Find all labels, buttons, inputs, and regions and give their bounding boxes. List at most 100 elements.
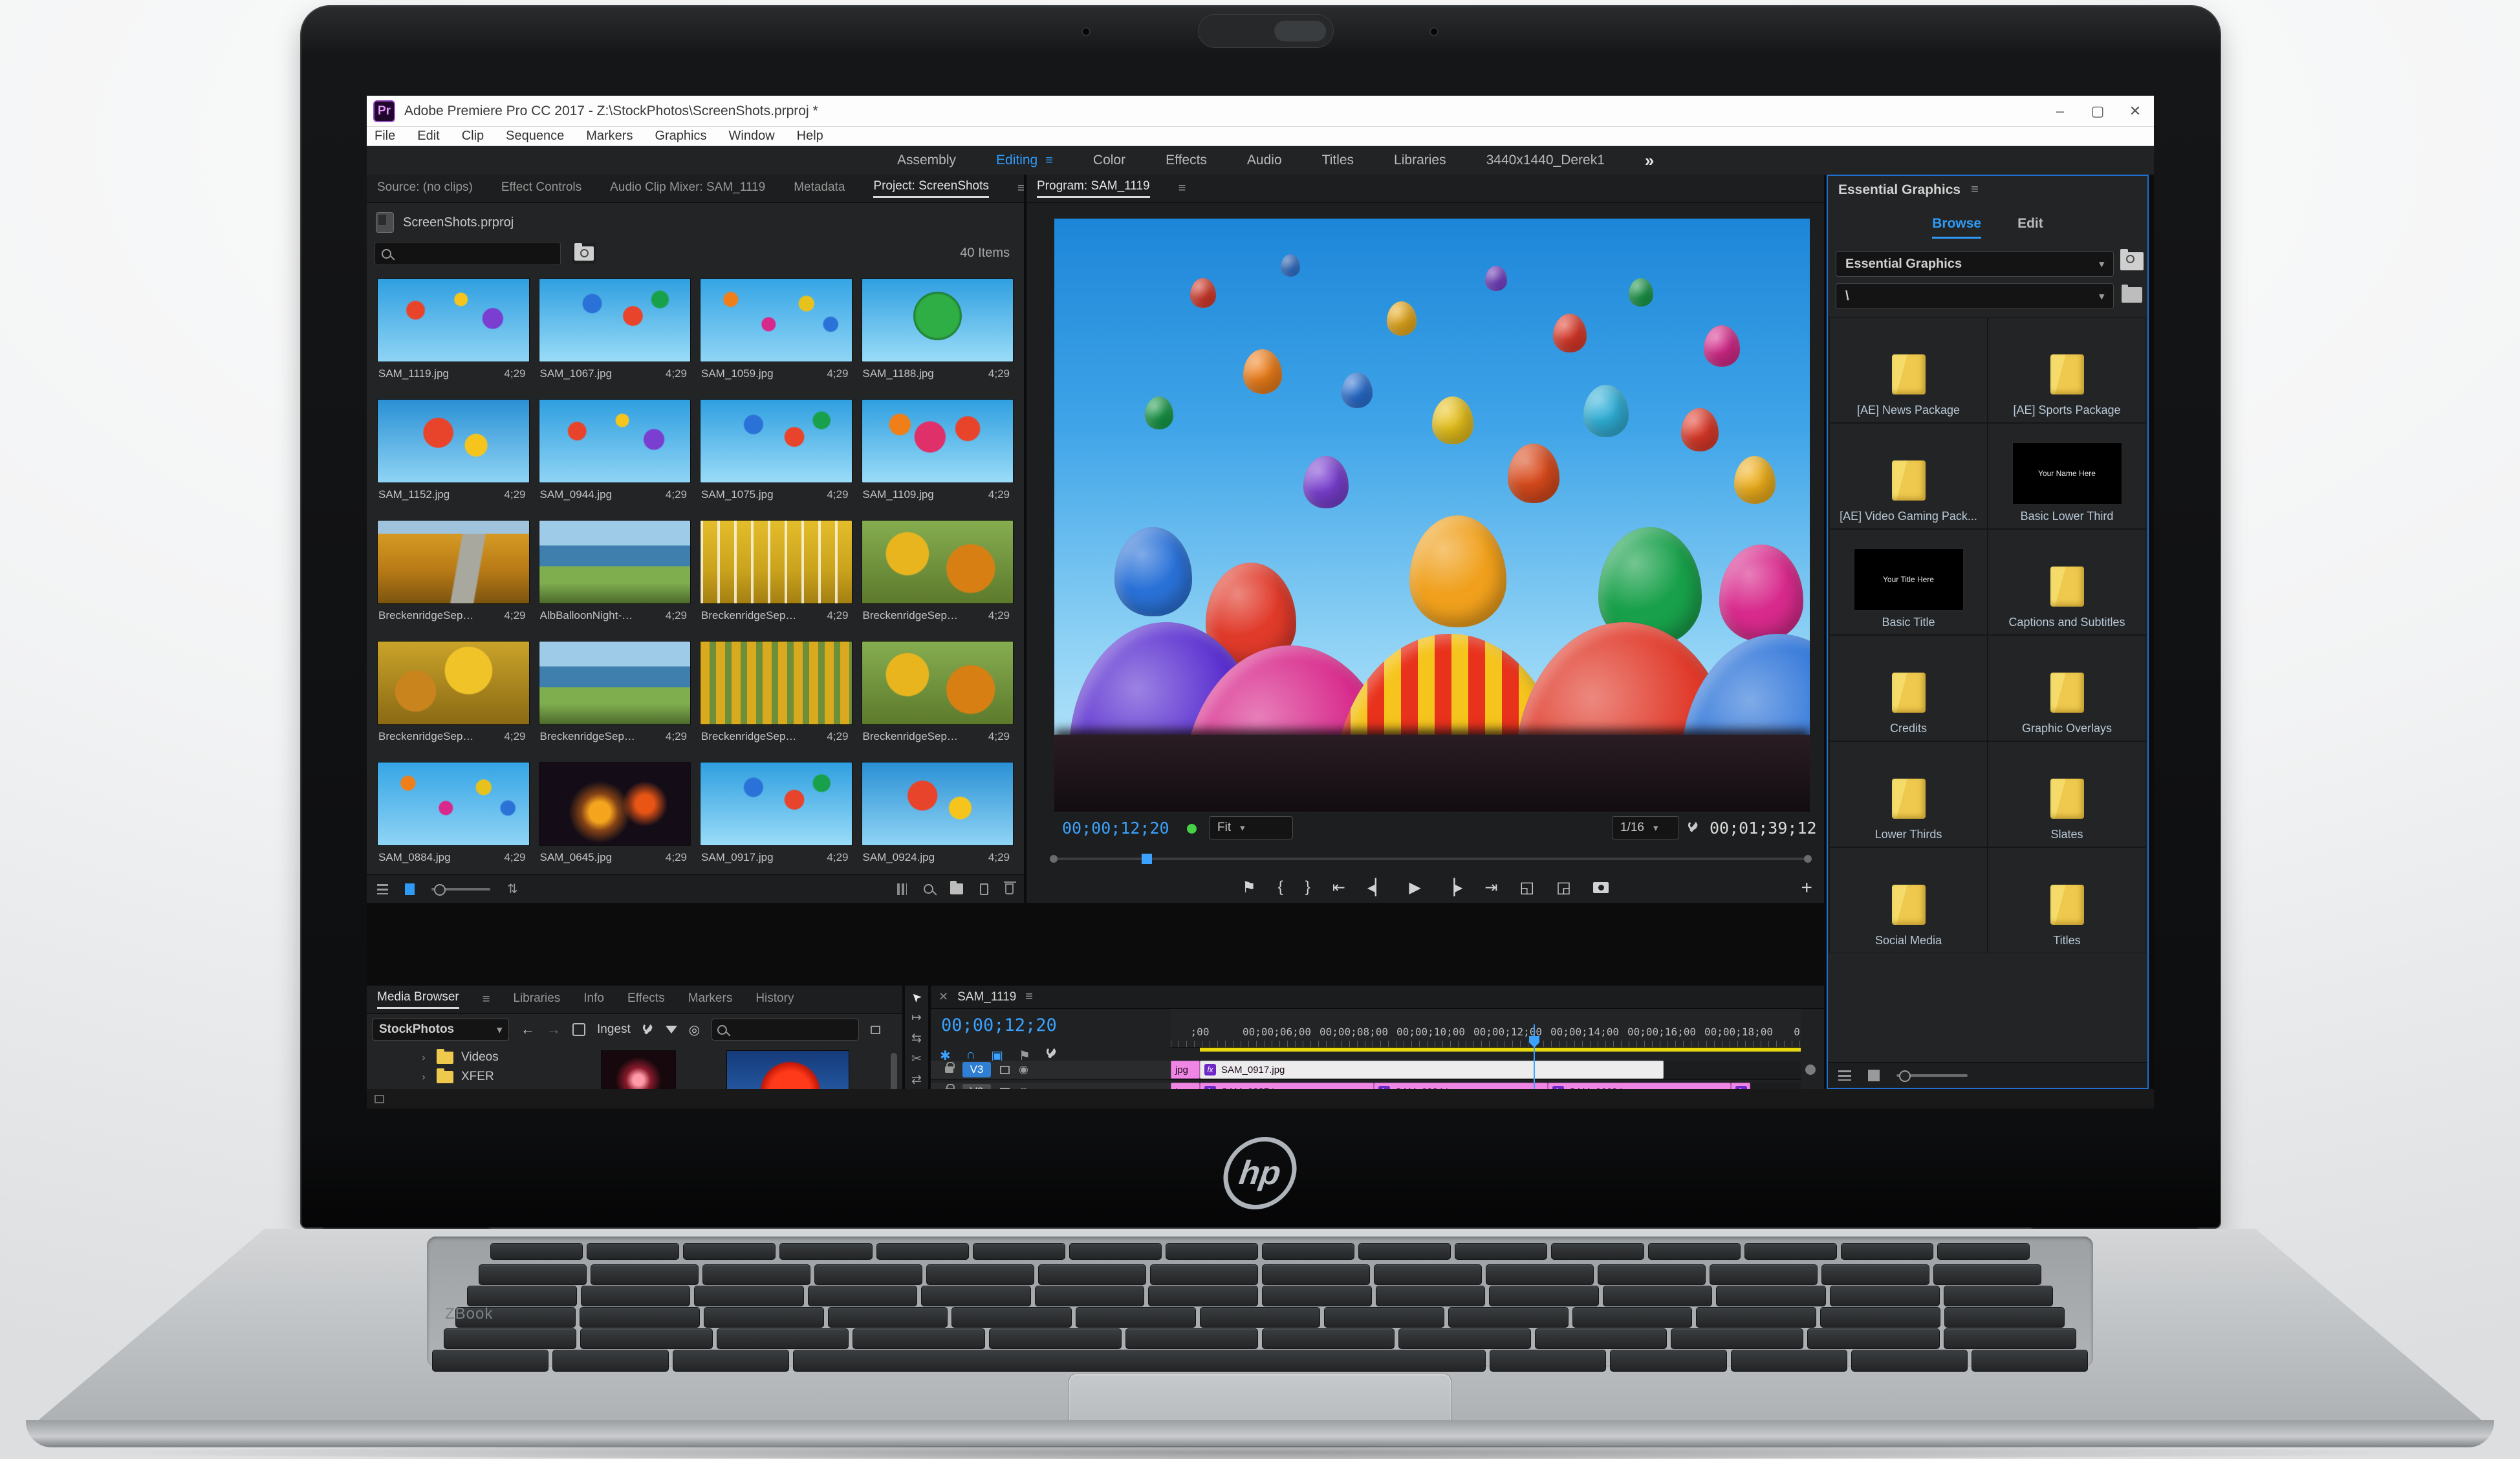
graphics-item[interactable]: Titles <box>1988 847 2146 953</box>
step-forward-icon[interactable]: ▕▸ <box>1443 878 1463 897</box>
graphics-item[interactable]: [AE] Video Gaming Pack... <box>1829 423 1988 529</box>
tab-project-screenshots[interactable]: Project: ScreenShots <box>873 179 989 198</box>
tab-metadata[interactable]: Metadata <box>794 180 845 197</box>
project-item[interactable]: BreckenridgeSept201... 4;29 <box>697 637 855 758</box>
panel-menu-icon[interactable]: ≡ <box>1025 989 1033 1004</box>
find-icon[interactable] <box>923 884 933 894</box>
ripple-edit-tool-icon[interactable]: ⇆ <box>911 1032 922 1044</box>
close-icon[interactable]: ✕ <box>939 990 948 1004</box>
scrubber-track[interactable] <box>1052 858 1809 860</box>
minimize-button[interactable]: – <box>2041 96 2079 126</box>
menu-markers[interactable]: Markers <box>586 129 633 144</box>
project-item[interactable]: SAM_0645.jpg 4;29 <box>536 758 694 879</box>
ingest-settings-icon[interactable] <box>642 1023 654 1035</box>
graphics-item[interactable]: Your Name Here Basic Lower Third <box>1988 423 2146 529</box>
project-item[interactable]: SAM_1188.jpg 4;29 <box>859 274 1017 395</box>
workspace-tab-color[interactable]: Color <box>1093 153 1125 168</box>
step-back-icon[interactable]: ◂▏ <box>1367 878 1387 897</box>
menu-graphics[interactable]: Graphics <box>655 129 706 144</box>
project-item[interactable]: SAM_1075.jpg 4;29 <box>697 395 855 516</box>
slip-tool-icon[interactable]: ⇄ <box>911 1074 922 1086</box>
menu-sequence[interactable]: Sequence <box>506 129 564 144</box>
panel-menu-icon[interactable]: ≡ <box>483 992 490 1007</box>
sync-lock-icon[interactable] <box>1000 1065 1010 1074</box>
monitor-settings-icon[interactable] <box>1688 821 1699 833</box>
panel-menu-icon[interactable]: ≡ <box>1179 181 1186 196</box>
button-editor-plus-icon[interactable]: + <box>1801 877 1812 899</box>
menu-edit[interactable]: Edit <box>417 129 439 144</box>
graphics-item[interactable]: Captions and Subtitles <box>1988 529 2146 635</box>
new-item-icon[interactable] <box>979 883 988 895</box>
scroll-knob[interactable] <box>1805 1065 1816 1075</box>
eg-tab-edit[interactable]: Edit <box>2017 216 2043 239</box>
monitor-scrubber[interactable] <box>1050 852 1812 865</box>
go-to-in-icon[interactable]: ⇤ <box>1332 878 1345 897</box>
sync-folder-icon[interactable] <box>2120 249 2144 270</box>
timeline-clip[interactable]: jpg <box>1171 1061 1200 1079</box>
project-item[interactable]: SAM_0884.jpg 4;29 <box>375 758 532 879</box>
tab-audio-clip-mixer-sam-1119[interactable]: Audio Clip Mixer: SAM_1119 <box>610 180 765 197</box>
mark-in-icon[interactable]: { <box>1278 878 1283 896</box>
graphics-item[interactable]: Your Title Here Basic Title <box>1829 529 1988 635</box>
project-item[interactable]: BreckenridgeSept201... 4;29 <box>375 637 532 758</box>
tab-info[interactable]: Info <box>583 991 604 1008</box>
tree-item-xfer[interactable]: › XFER <box>367 1067 594 1086</box>
go-to-out-icon[interactable]: ⇥ <box>1484 878 1497 897</box>
selection-tool-icon[interactable]: ➤ <box>908 988 925 1005</box>
extract-icon[interactable]: ◲ <box>1556 878 1571 897</box>
project-item[interactable]: SAM_0944.jpg 4;29 <box>536 395 694 516</box>
back-icon[interactable]: ← <box>521 1021 535 1038</box>
location-dropdown[interactable]: StockPhotos ▾ <box>372 1019 509 1041</box>
maximize-button[interactable]: ▢ <box>2079 96 2116 126</box>
workspace-tab-effects[interactable]: Effects <box>1166 153 1207 168</box>
graphics-item[interactable]: [AE] Sports Package <box>1988 317 2146 423</box>
project-item[interactable]: SAM_1152.jpg 4;29 <box>375 395 532 516</box>
program-timecode[interactable]: 00;00;12;20 <box>1062 819 1169 838</box>
media-search-input[interactable] <box>711 1019 860 1041</box>
list-view-icon[interactable] <box>1838 1070 1851 1081</box>
timeline-clip[interactable]: fx SAM_0917.jpg <box>1200 1061 1664 1079</box>
close-button[interactable]: ✕ <box>2116 96 2154 126</box>
tree-item-videos[interactable]: › Videos <box>367 1048 594 1067</box>
search-bin-button[interactable] <box>572 243 596 264</box>
program-video[interactable] <box>1054 219 1810 812</box>
scrubber-handle[interactable] <box>1804 855 1812 863</box>
tab-source-no-clips-[interactable]: Source: (no clips) <box>377 180 473 197</box>
list-view-icon[interactable] <box>377 883 388 894</box>
project-item[interactable]: SAM_0917.jpg 4;29 <box>697 758 855 879</box>
workspace-tab-audio[interactable]: Audio <box>1247 153 1282 168</box>
folder-icon[interactable] <box>2122 285 2142 303</box>
chevron-icon[interactable]: › <box>418 1052 429 1063</box>
menu-help[interactable]: Help <box>797 129 823 144</box>
chevron-icon[interactable]: › <box>418 1072 429 1083</box>
panel-detail-icon[interactable] <box>871 1025 881 1034</box>
menu-window[interactable]: Window <box>729 129 775 144</box>
graphics-item[interactable]: [AE] News Package <box>1829 317 1988 423</box>
graphics-item[interactable]: Graphic Overlays <box>1988 635 2146 741</box>
thumbnail-view-icon[interactable] <box>1868 1069 1880 1081</box>
zoom-slider[interactable] <box>1896 1070 1968 1082</box>
workspace-tab-libraries[interactable]: Libraries <box>1394 153 1446 168</box>
graphics-library-dropdown[interactable]: Essential Graphics ▾ <box>1836 251 2114 277</box>
project-item[interactable]: AlbBalloonNight-39.jpg 4;29 <box>536 516 694 637</box>
playback-resolution-dropdown[interactable]: 1/16 ▾ <box>1612 816 1679 839</box>
project-search-input[interactable] <box>375 242 561 265</box>
workspace-overflow-icon[interactable]: » <box>1645 151 1654 171</box>
play-icon[interactable]: ▶ <box>1409 878 1420 897</box>
eg-tab-browse[interactable]: Browse <box>1932 216 1982 239</box>
workspace-tab-3440x1440_derek1[interactable]: 3440x1440_Derek1 <box>1486 153 1605 168</box>
graphics-path-dropdown[interactable]: \ ▾ <box>1836 283 2114 309</box>
graphics-item[interactable]: Credits <box>1829 635 1988 741</box>
graphics-item[interactable]: Social Media <box>1829 847 1988 953</box>
lock-icon[interactable] <box>945 1062 955 1073</box>
tab-media-browser[interactable]: Media Browser <box>377 990 459 1009</box>
workspace-tab-editing[interactable]: Editing ≡ <box>996 153 1053 168</box>
work-area-bar[interactable] <box>1200 1048 1801 1052</box>
mark-out-icon[interactable]: } <box>1305 878 1310 896</box>
icon-view-icon[interactable] <box>404 883 415 895</box>
lift-icon[interactable]: ◱ <box>1519 878 1534 897</box>
workspace-tab-titles[interactable]: Titles <box>1322 153 1354 168</box>
panel-menu-icon[interactable]: ≡ <box>1017 181 1024 196</box>
tab-effect-controls[interactable]: Effect Controls <box>501 180 581 197</box>
project-item[interactable]: BreckenridgeSept201... 4;29 <box>859 516 1017 637</box>
